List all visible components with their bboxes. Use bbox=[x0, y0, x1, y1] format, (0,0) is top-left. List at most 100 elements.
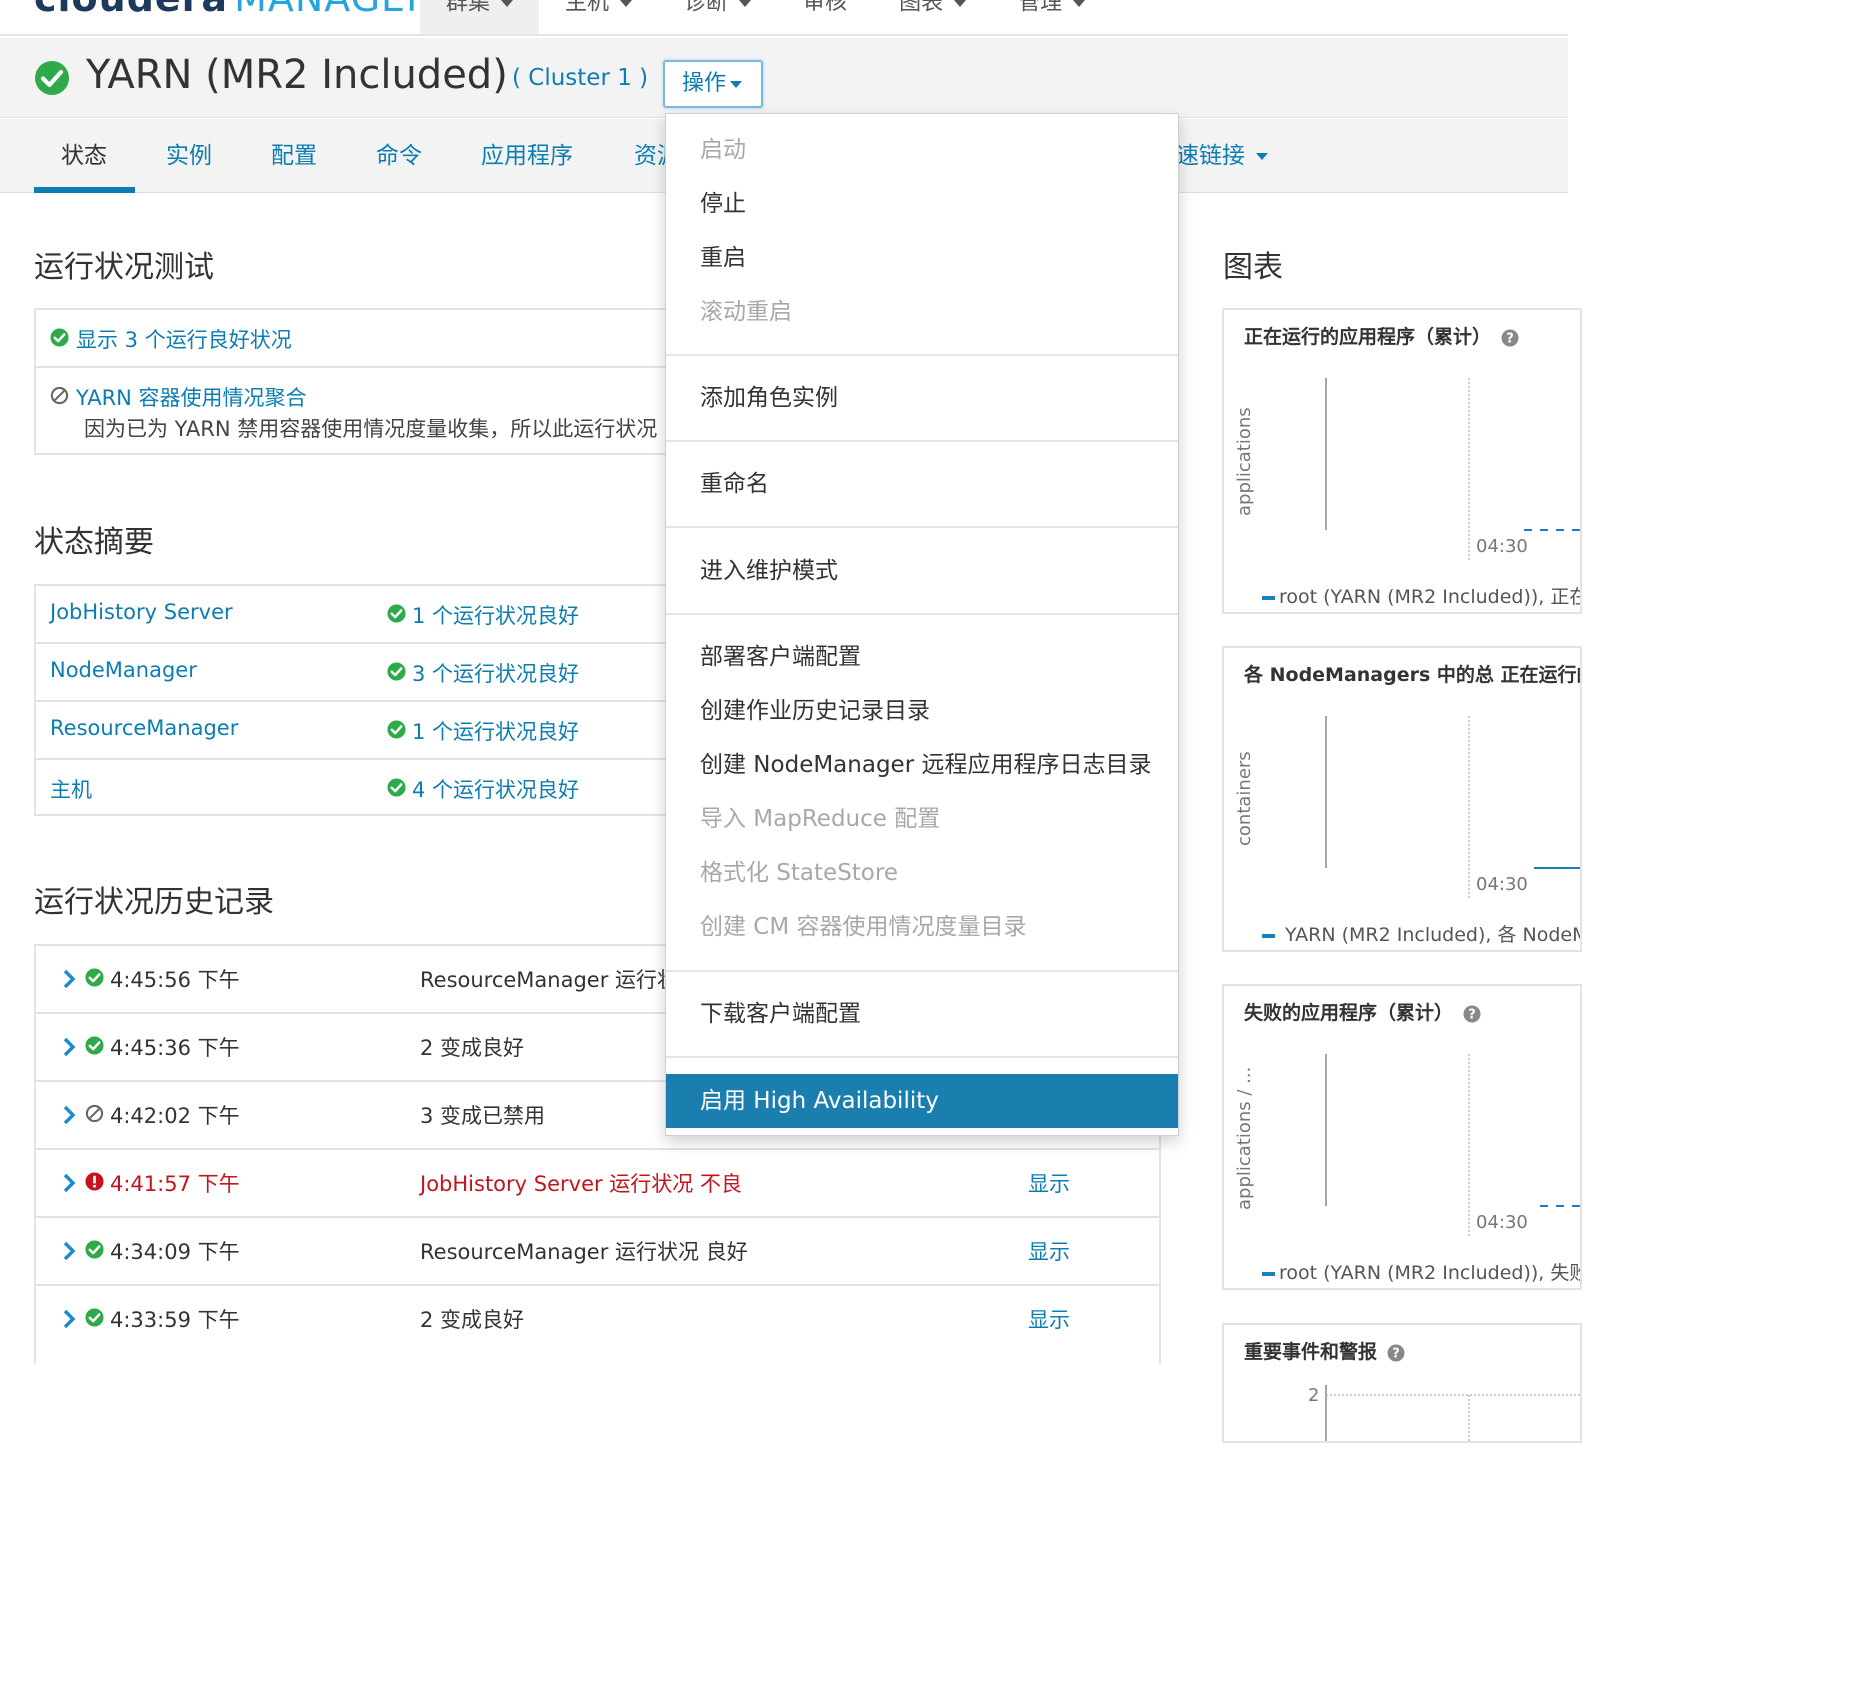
menu-item-start[interactable]: 启动 bbox=[666, 123, 1178, 177]
good-health-icon bbox=[35, 61, 69, 95]
history-time: 4:34:09 下午 bbox=[110, 1240, 240, 1264]
table-row[interactable]: 4:34:09 下午 ResourceManager 运行状况 良好 显示 bbox=[36, 1218, 1159, 1286]
menu-divider bbox=[666, 613, 1178, 615]
legend-label: root (YARN (MR2 Included)), 失败 bbox=[1279, 1262, 1582, 1284]
chart-plot bbox=[1325, 1054, 1580, 1236]
menu-item-enable-high-availability[interactable]: 启用 High Availability bbox=[666, 1074, 1178, 1128]
show-good-health-link[interactable]: 显示 3 个运行良好状况 bbox=[76, 324, 292, 354]
disabled-icon bbox=[85, 1104, 104, 1123]
tab-commands[interactable]: 命令 bbox=[376, 119, 422, 193]
charts-title: 图表 bbox=[1223, 250, 1283, 285]
role-link-resourcemanager[interactable]: ResourceManager bbox=[50, 716, 238, 740]
menu-item-create-job-history-dir[interactable]: 创建作业历史记录目录 bbox=[666, 684, 1178, 738]
topnav-admin[interactable]: 管理 bbox=[992, 0, 1111, 34]
menu-item-add-role-instances[interactable]: 添加角色实例 bbox=[666, 371, 1178, 425]
chart-running-apps: 正在运行的应用程序（累计）? applications 04:30 root (… bbox=[1222, 308, 1582, 614]
chevron-down-icon bbox=[620, 0, 633, 7]
good-health-icon bbox=[85, 968, 104, 987]
menu-item-rename[interactable]: 重命名 bbox=[666, 457, 1178, 511]
history-description: 2 变成良好 bbox=[420, 1308, 525, 1332]
tab-instances[interactable]: 实例 bbox=[166, 119, 212, 193]
history-time: 4:45:56 下午 bbox=[110, 968, 240, 992]
history-description: ResourceManager 运行状况 良好 bbox=[420, 1240, 748, 1264]
menu-item-rolling-restart[interactable]: 滚动重启 bbox=[666, 285, 1178, 339]
good-health-icon bbox=[85, 1240, 104, 1259]
status-summary-title: 状态摘要 bbox=[34, 525, 154, 560]
menu-item-import-mapreduce-config[interactable]: 导入 MapReduce 配置 bbox=[666, 792, 1178, 846]
legend-label: root (YARN (MR2 Included)), 正在 bbox=[1279, 586, 1582, 608]
good-health-icon bbox=[85, 1036, 104, 1055]
topnav-hosts[interactable]: 主机 bbox=[539, 0, 658, 34]
tab-configuration[interactable]: 配置 bbox=[271, 119, 317, 193]
tab-quick-links-label: 速链接 bbox=[1176, 143, 1245, 169]
cloudera-logo[interactable]: cloudera MANAGER bbox=[34, 0, 433, 20]
chart-y-axis-label: applications bbox=[1234, 407, 1255, 516]
menu-item-restart[interactable]: 重启 bbox=[666, 231, 1178, 285]
topnav-admin-label: 管理 bbox=[1018, 0, 1063, 16]
chevron-right-icon[interactable] bbox=[62, 1036, 76, 1058]
table-row[interactable]: 4:41:57 下午 JobHistory Server 运行状况 不良 显示 bbox=[36, 1150, 1159, 1218]
tab-quick-links[interactable]: 速链接 bbox=[1176, 119, 1269, 193]
history-time: 4:41:57 下午 bbox=[110, 1172, 240, 1196]
chart-x-tick: 04:30 bbox=[1476, 1212, 1528, 1233]
container-usage-test-link[interactable]: YARN 容器使用情况聚合 bbox=[76, 382, 307, 412]
topnav-diagnostics[interactable]: 诊断 bbox=[658, 0, 777, 34]
chart-y-tick: 2 bbox=[1308, 1385, 1320, 1406]
chart-legend: root (YARN (MR2 Included)), 正在 bbox=[1262, 582, 1582, 609]
cluster-link[interactable]: ( Cluster 1 ) bbox=[512, 65, 648, 91]
menu-divider bbox=[666, 440, 1178, 442]
chevron-right-icon[interactable] bbox=[62, 968, 76, 990]
role-link-hosts[interactable]: 主机 bbox=[50, 774, 92, 804]
chart-legend: root (YARN (MR2 Included)), 失败 bbox=[1262, 1258, 1582, 1285]
topnav-charts-label: 图表 bbox=[899, 0, 944, 16]
menu-item-format-statestore[interactable]: 格式化 StateStore bbox=[666, 846, 1178, 900]
good-health-icon bbox=[387, 720, 406, 739]
role-health-jobhistory[interactable]: 1 个运行状况良好 bbox=[412, 600, 579, 630]
chevron-right-icon[interactable] bbox=[62, 1172, 76, 1194]
topnav-audits[interactable]: 审核 bbox=[777, 0, 873, 34]
chart-y-axis-label: containers bbox=[1234, 751, 1255, 846]
history-show-link[interactable]: 显示 bbox=[1028, 1236, 1070, 1266]
topnav-charts[interactable]: 图表 bbox=[873, 0, 992, 34]
history-show-link[interactable]: 显示 bbox=[1028, 1304, 1070, 1334]
menu-item-stop[interactable]: 停止 bbox=[666, 177, 1178, 231]
table-row[interactable]: 4:33:59 下午 2 变成良好 显示 bbox=[36, 1286, 1159, 1354]
table-row: NodeManager 3 个运行状况良好 bbox=[36, 644, 692, 702]
history-description: ResourceManager 运行状况 bbox=[420, 968, 700, 992]
tab-status[interactable]: 状态 bbox=[61, 119, 107, 193]
chevron-down-icon bbox=[501, 0, 514, 7]
menu-item-deploy-client-config[interactable]: 部署客户端配置 bbox=[666, 630, 1178, 684]
chevron-right-icon[interactable] bbox=[62, 1104, 76, 1126]
role-health-hosts[interactable]: 4 个运行状况良好 bbox=[412, 774, 579, 804]
role-health-resourcemanager[interactable]: 1 个运行状况良好 bbox=[412, 716, 579, 746]
menu-divider bbox=[666, 526, 1178, 528]
menu-item-create-nm-log-dir[interactable]: 创建 NodeManager 远程应用程序日志目录 bbox=[666, 738, 1178, 792]
active-tab-indicator bbox=[34, 187, 135, 193]
chevron-right-icon[interactable] bbox=[62, 1308, 76, 1330]
role-link-nodemanager[interactable]: NodeManager bbox=[50, 658, 197, 682]
logo-text-primary: cloudera bbox=[34, 0, 228, 20]
actions-button[interactable]: 操作 bbox=[663, 60, 763, 108]
page-title: YARN (MR2 Included) bbox=[86, 52, 508, 98]
chart-events-alerts: 重要事件和警报? 2 bbox=[1222, 1323, 1582, 1443]
tab-applications[interactable]: 应用程序 bbox=[481, 119, 573, 193]
health-tests-title: 运行状况测试 bbox=[34, 250, 214, 285]
menu-item-download-client-config[interactable]: 下载客户端配置 bbox=[666, 987, 1178, 1041]
history-show-link[interactable]: 显示 bbox=[1028, 1168, 1070, 1198]
topnav-clusters[interactable]: 群集 bbox=[420, 0, 540, 34]
table-row: ResourceManager 1 个运行状况良好 bbox=[36, 702, 692, 760]
chevron-right-icon[interactable] bbox=[62, 1240, 76, 1262]
legend-label: YARN (MR2 Included), 各 NodeM bbox=[1285, 924, 1582, 946]
good-health-icon bbox=[387, 604, 406, 623]
actions-button-label: 操作 bbox=[682, 71, 727, 96]
history-description: 3 变成已禁用 bbox=[420, 1104, 546, 1128]
health-test-disabled-row: YARN 容器使用情况聚合 因为已为 YARN 禁用容器使用情况度量收集，所以此… bbox=[36, 368, 692, 455]
role-health-nodemanager[interactable]: 3 个运行状况良好 bbox=[412, 658, 579, 688]
table-row: JobHistory Server 1 个运行状况良好 bbox=[36, 586, 692, 644]
legend-swatch bbox=[1262, 595, 1275, 600]
menu-item-create-cm-container-usage-dir[interactable]: 创建 CM 容器使用情况度量目录 bbox=[666, 900, 1178, 954]
chart-plot bbox=[1325, 716, 1580, 898]
menu-item-enter-maintenance[interactable]: 进入维护模式 bbox=[666, 544, 1178, 598]
status-summary-panel: JobHistory Server 1 个运行状况良好 NodeManager … bbox=[34, 584, 694, 816]
role-link-jobhistory[interactable]: JobHistory Server bbox=[50, 600, 233, 624]
